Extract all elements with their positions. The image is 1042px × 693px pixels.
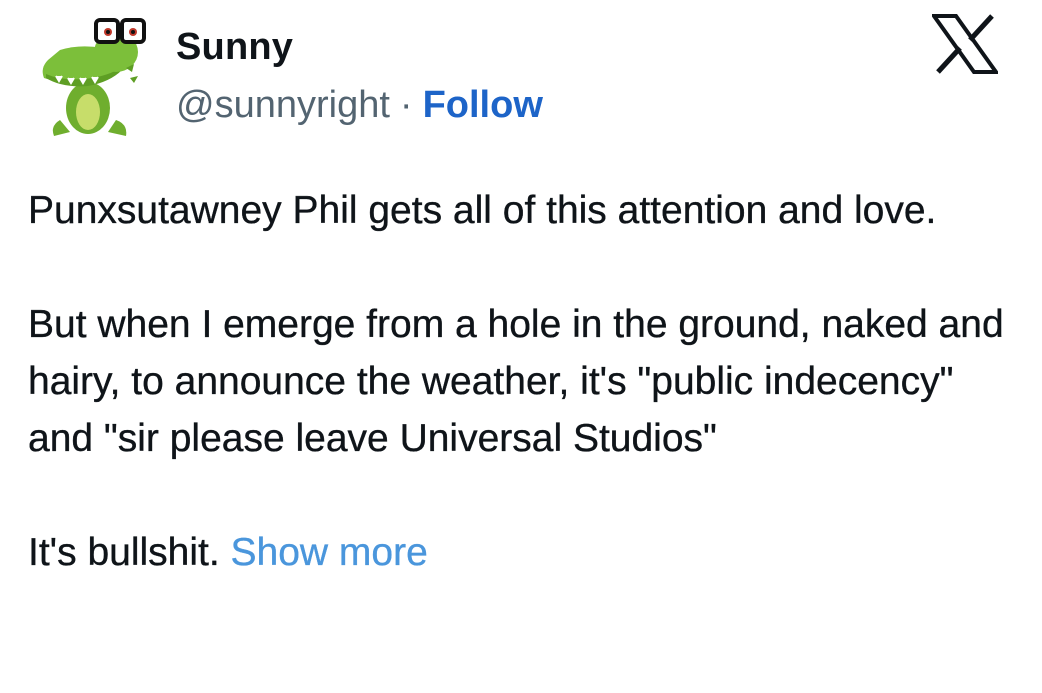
avatar[interactable] — [30, 8, 150, 138]
author-name[interactable]: Sunny — [176, 24, 293, 70]
tweet-text: Punxsutawney Phil gets all of this atten… — [28, 182, 1013, 581]
tweet-paragraph-2: But when I emerge from a hole in the gro… — [28, 303, 1004, 460]
tweet-paragraph-3: It's bullshit. — [28, 531, 220, 574]
author-handle-row: @sunnyright · Follow — [176, 82, 543, 128]
tweet-paragraph-1: Punxsutawney Phil gets all of this atten… — [28, 189, 937, 232]
tweet-card: Sunny @sunnyright · Follow Punxsutawney Ph… — [0, 0, 1042, 693]
show-more-link[interactable]: Show more — [230, 531, 428, 574]
separator-dot: · — [399, 84, 413, 126]
follow-button[interactable]: Follow — [423, 84, 543, 126]
crocodile-avatar-icon — [42, 18, 146, 136]
tweet-paragraph-3-row: It's bullshit. Show more — [28, 524, 1013, 581]
author-handle[interactable]: @sunnyright — [176, 84, 390, 126]
x-logo-icon[interactable] — [930, 14, 1000, 74]
